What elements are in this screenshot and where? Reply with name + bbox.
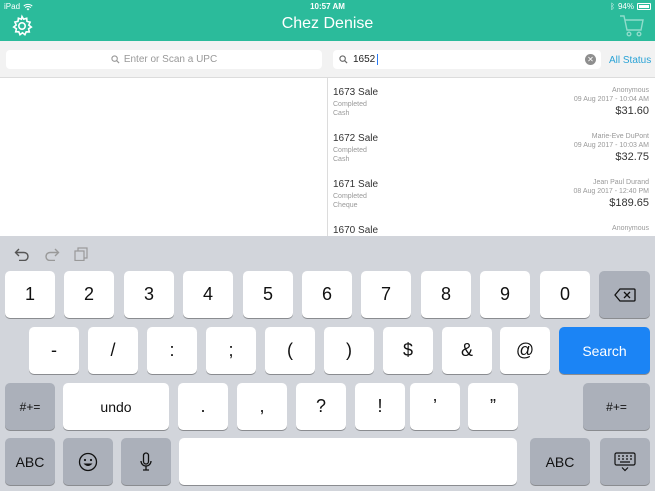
dictation-key[interactable] bbox=[121, 438, 171, 485]
redo-icon[interactable] bbox=[44, 247, 60, 261]
sale-search-input[interactable]: 1652 ✕ bbox=[333, 50, 601, 69]
clear-search-icon[interactable]: ✕ bbox=[585, 54, 596, 65]
sale-date: 09 Aug 2017 - 10:04 AM bbox=[573, 96, 649, 103]
key-quote[interactable]: ” bbox=[468, 383, 518, 430]
backspace-key[interactable] bbox=[599, 271, 650, 318]
sale-row[interactable]: 1672 Sale Completed Cash Marie-Eve DuPon… bbox=[328, 124, 655, 170]
key-3[interactable]: 3 bbox=[124, 271, 174, 318]
search-icon bbox=[339, 55, 348, 64]
battery-percent: 94% bbox=[617, 2, 634, 11]
undo-key[interactable]: undo bbox=[63, 383, 169, 430]
search-icon bbox=[111, 55, 120, 64]
key-period[interactable]: . bbox=[178, 383, 228, 430]
sale-status: Completed bbox=[333, 193, 367, 200]
key-open-paren[interactable]: ( bbox=[265, 327, 315, 374]
key-apostrophe[interactable]: ’ bbox=[410, 383, 460, 430]
bluetooth-icon: ᛒ bbox=[610, 2, 615, 11]
status-time: 10:57 AM bbox=[310, 2, 345, 11]
sale-title: 1670 Sale bbox=[333, 225, 379, 236]
battery-icon bbox=[637, 3, 651, 10]
emoji-icon bbox=[78, 452, 98, 471]
all-status-filter[interactable]: All Status bbox=[609, 55, 651, 66]
emoji-key[interactable] bbox=[63, 438, 113, 485]
text-cursor bbox=[377, 54, 379, 65]
space-key[interactable] bbox=[179, 438, 517, 485]
key-colon[interactable]: : bbox=[147, 327, 197, 374]
status-bar: iPad 10:57 AM ᛒ 94% bbox=[0, 0, 655, 12]
sale-row[interactable]: 1671 Sale Completed Cheque Jean Paul Dur… bbox=[328, 170, 655, 216]
key-question[interactable]: ? bbox=[296, 383, 346, 430]
sale-customer: Anonymous bbox=[612, 225, 649, 232]
sale-payment-method: Cash bbox=[333, 156, 350, 163]
symbols-key[interactable]: #+= bbox=[5, 383, 55, 430]
key-1[interactable]: 1 bbox=[5, 271, 55, 318]
sale-customer: Jean Paul Durand bbox=[592, 179, 649, 186]
abc-key-right[interactable]: ABC bbox=[530, 438, 590, 485]
search-row: Enter or Scan a UPC 1652 ✕ All Status bbox=[0, 41, 655, 78]
sale-title: 1672 Sale bbox=[333, 133, 379, 144]
paste-icon[interactable] bbox=[73, 247, 89, 261]
key-7[interactable]: 7 bbox=[361, 271, 411, 318]
undo-icon[interactable] bbox=[14, 247, 30, 261]
key-2[interactable]: 2 bbox=[64, 271, 114, 318]
key-6[interactable]: 6 bbox=[302, 271, 352, 318]
backspace-icon bbox=[613, 287, 636, 302]
sale-search-value: 1652 bbox=[353, 54, 376, 65]
key-slash[interactable]: / bbox=[88, 327, 138, 374]
sale-customer: Marie-Eve DuPont bbox=[591, 133, 649, 140]
key-at[interactable]: @ bbox=[500, 327, 550, 374]
on-screen-keyboard: 1 2 3 4 5 6 7 8 9 0 - / : ; ( ) $ & @ Se… bbox=[0, 236, 655, 491]
abc-key[interactable]: ABC bbox=[5, 438, 55, 485]
sale-customer: Anonymous bbox=[612, 87, 649, 94]
symbols-key-right[interactable]: #+= bbox=[583, 383, 650, 430]
keyboard-dismiss-icon bbox=[614, 451, 636, 471]
sale-row[interactable]: 1670 Sale Anonymous bbox=[328, 216, 655, 236]
sale-payment-method: Cash bbox=[333, 110, 350, 117]
key-9[interactable]: 9 bbox=[480, 271, 530, 318]
sale-total: $32.75 bbox=[615, 151, 649, 163]
key-8[interactable]: 8 bbox=[421, 271, 471, 318]
sale-date: 09 Aug 2017 - 10:03 AM bbox=[573, 142, 649, 149]
cart-panel bbox=[0, 78, 327, 236]
microphone-icon bbox=[140, 451, 152, 471]
sale-date: 08 Aug 2017 - 12:40 PM bbox=[573, 188, 650, 195]
key-dollar[interactable]: $ bbox=[383, 327, 433, 374]
sale-status: Completed bbox=[333, 101, 367, 108]
sale-title: 1671 Sale bbox=[333, 179, 379, 190]
upc-search-input[interactable]: Enter or Scan a UPC bbox=[6, 50, 322, 69]
keyboard-toolbar bbox=[0, 236, 655, 270]
key-exclamation[interactable]: ! bbox=[355, 383, 405, 430]
key-5[interactable]: 5 bbox=[243, 271, 293, 318]
key-semicolon[interactable]: ; bbox=[206, 327, 256, 374]
sale-status: Completed bbox=[333, 147, 367, 154]
search-key[interactable]: Search bbox=[559, 327, 650, 374]
key-close-paren[interactable]: ) bbox=[324, 327, 374, 374]
sales-list: 1673 Sale Completed Cash Anonymous 09 Au… bbox=[328, 78, 655, 236]
key-ampersand[interactable]: & bbox=[442, 327, 492, 374]
key-comma[interactable]: , bbox=[237, 383, 287, 430]
sale-total: $189.65 bbox=[609, 197, 649, 209]
key-0[interactable]: 0 bbox=[540, 271, 590, 318]
upc-placeholder: Enter or Scan a UPC bbox=[123, 54, 218, 65]
key-hyphen[interactable]: - bbox=[29, 327, 79, 374]
sale-payment-method: Cheque bbox=[333, 202, 358, 209]
sale-total: $31.60 bbox=[615, 105, 649, 117]
key-4[interactable]: 4 bbox=[183, 271, 233, 318]
app-title: Chez Denise bbox=[281, 15, 374, 32]
app-header: iPad 10:57 AM ᛒ 94% Chez Denise bbox=[0, 0, 655, 41]
cart-icon[interactable] bbox=[619, 14, 645, 38]
sale-title: 1673 Sale bbox=[333, 87, 379, 98]
hide-keyboard-key[interactable] bbox=[600, 438, 650, 485]
sale-row[interactable]: 1673 Sale Completed Cash Anonymous 09 Au… bbox=[328, 78, 655, 124]
